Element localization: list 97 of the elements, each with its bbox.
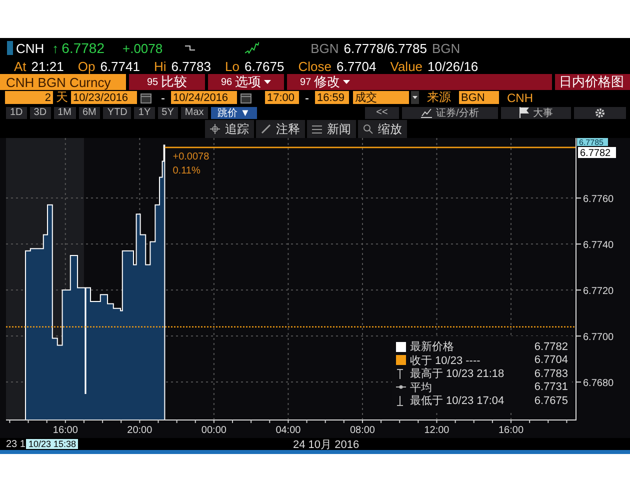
caret-icon[interactable] [411, 91, 419, 104]
toolbar-button[interactable]: 证券/分析 [402, 106, 498, 118]
settings-button[interactable] [574, 106, 626, 118]
period-button[interactable]: Max [180, 106, 208, 118]
source-field[interactable]: BGN [459, 91, 499, 104]
tool-button[interactable]: 新闻 [307, 120, 356, 138]
ask-source: BGN [432, 40, 460, 56]
high-marker-icon [396, 368, 404, 378]
period-button[interactable]: 3D [30, 106, 51, 118]
legend-label: 最低于 10/23 17:04 [410, 394, 506, 408]
legend-label: 最新价格 [410, 340, 455, 354]
change-label: +0.0078 [172, 151, 210, 162]
axis-label: 08:00 [350, 425, 375, 436]
bid-source: BGN [310, 40, 339, 56]
toolbar-button[interactable]: 大事 [501, 106, 571, 118]
date-field[interactable]: 10/23/2016 [71, 91, 137, 104]
legend-value: 6.7675 [534, 394, 568, 406]
price-change: +.0078 [122, 40, 163, 56]
last-price-swatch-icon [396, 342, 406, 352]
direction-arrow: ↑ [52, 40, 59, 56]
legend-value: 6.7704 [534, 354, 568, 366]
low-marker-icon [396, 396, 404, 406]
currency-label: CNH [507, 90, 533, 104]
legend-label: 最高于 10/23 21:18 [410, 366, 506, 381]
last-price: 6.7782 [62, 40, 104, 56]
stat-value: 6.7783 [171, 58, 211, 74]
price-tag: 6.7782 [578, 147, 616, 159]
date-field[interactable]: 10/24/2016 [171, 91, 237, 104]
legend-label: 平均 [410, 380, 433, 394]
average-marker-icon [396, 384, 406, 390]
tool-button[interactable]: 缩放 [358, 120, 407, 138]
stat-value: 6.7704 [336, 58, 376, 74]
axis-label: 16:00 [52, 425, 78, 436]
period-button[interactable]: 1M [54, 106, 76, 118]
stat-value: 10/26/16 [428, 58, 478, 74]
source-label: 来源 [427, 89, 451, 106]
tool-button[interactable]: 注释 [256, 120, 305, 138]
security-name: CNH BGN Curncy [0, 74, 126, 90]
unit-label: 天 [56, 89, 68, 106]
mode-dropdown[interactable]: 跳价 ▼ [210, 106, 257, 118]
legend-value: 6.7783 [534, 368, 568, 380]
period-button[interactable]: YTD [103, 106, 132, 118]
list-icon [312, 124, 322, 134]
period-button[interactable]: 6M [78, 106, 100, 118]
day-label: 23 1 [6, 438, 26, 450]
period-button[interactable]: 1D [6, 106, 27, 118]
stat-label: Close [298, 58, 332, 74]
legend-value: 6.7731 [534, 381, 568, 393]
cursor-label: 10/23 15:38 [26, 439, 78, 449]
axis-label: 6.7680 [583, 378, 614, 390]
period-button[interactable]: 1Y [134, 106, 155, 118]
ask-tag: 6.7785 [577, 138, 608, 147]
chart-icon [421, 108, 432, 118]
axis-label: 6.7760 [583, 194, 614, 206]
sparkline-icon [244, 42, 259, 54]
pencil-icon [261, 124, 271, 134]
legend-label: 收于 10/23 ---- [410, 354, 482, 368]
stat-value: 6.7741 [100, 58, 140, 74]
axis-label: 6.7740 [583, 240, 614, 252]
axis-label: 16:00 [498, 425, 524, 436]
event-dropdown[interactable]: 成交 [353, 91, 409, 104]
date-label: 24 10月 2016 [293, 438, 360, 452]
ticker: CNH [16, 40, 44, 56]
time-field[interactable]: 17:00 [265, 91, 299, 104]
axis-label: 20:00 [127, 425, 152, 436]
close-price-swatch-icon [396, 355, 406, 365]
axis-label: 00:00 [201, 425, 226, 436]
stat-label: Value [390, 58, 423, 74]
date-separator: - [161, 90, 165, 104]
stat-label: Lo [225, 58, 240, 74]
stat-value: 21:21 [31, 58, 64, 74]
axis-label: 04:00 [276, 425, 301, 436]
period-button[interactable]: 5Y [158, 106, 178, 118]
search-icon [363, 124, 373, 134]
settings-icon [594, 106, 606, 118]
calendar-icon[interactable] [240, 92, 252, 104]
crosshair-icon [210, 124, 220, 134]
days-field[interactable]: 2 [5, 91, 53, 104]
collapse-button[interactable]: << [365, 106, 399, 118]
axis-label: 6.7700 [583, 332, 614, 344]
bid-ask: 6.7778/6.7785 [344, 40, 427, 56]
change-label: 0.11% [172, 165, 200, 176]
stat-label: Hi [154, 58, 166, 74]
flag-icon [519, 107, 529, 118]
legend-value: 6.7782 [534, 340, 568, 352]
stat-label: Op [78, 58, 96, 74]
axis-label: 6.7720 [583, 286, 614, 298]
calendar-icon[interactable] [140, 92, 152, 104]
axis-label: 12:00 [424, 425, 450, 436]
step-icon [184, 45, 195, 51]
time-field[interactable]: 16:59 [315, 91, 349, 104]
ticker-marker [7, 41, 13, 55]
chart-title: 日内价格图 [552, 74, 630, 90]
stat-value: 6.7675 [244, 58, 284, 74]
time-separator: - [305, 90, 309, 104]
stat-label: At [14, 58, 26, 74]
tool-button[interactable]: 追踪 [205, 120, 254, 138]
